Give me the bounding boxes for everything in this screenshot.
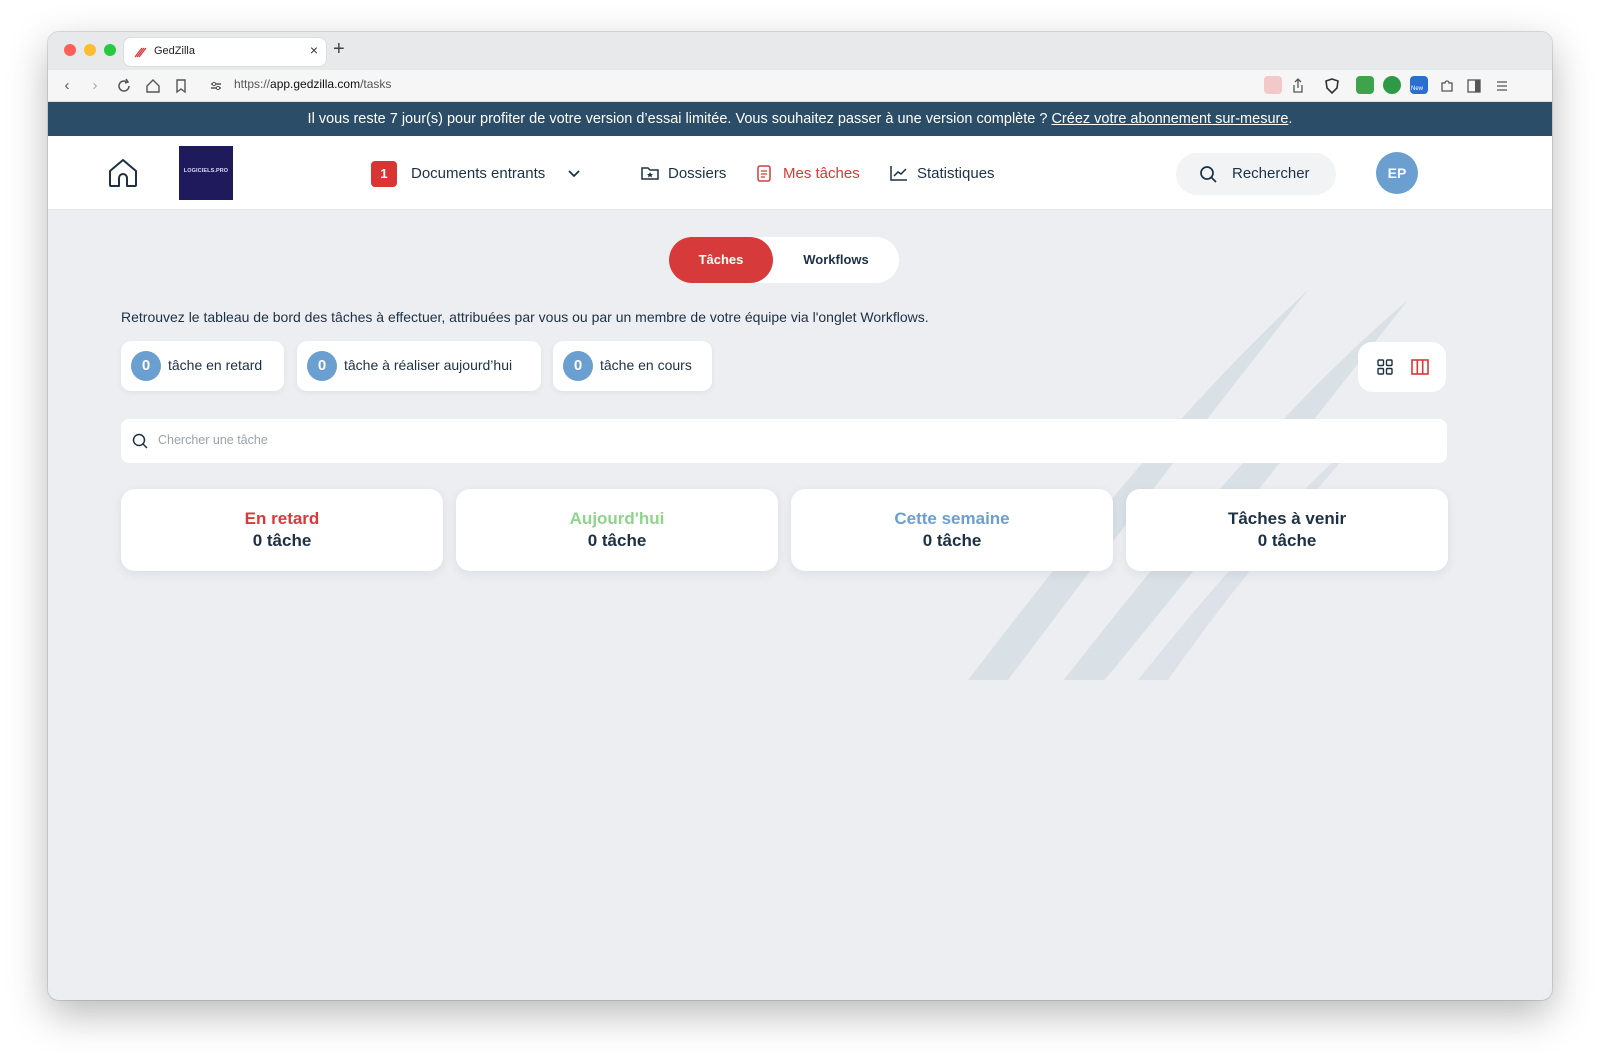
url-path: /tasks (360, 77, 392, 91)
today-label: tâche à réaliser aujourd’hui (344, 357, 513, 373)
chart-icon (890, 166, 907, 181)
extension-k-icon[interactable] (1383, 76, 1401, 94)
site-settings-icon[interactable] (206, 76, 226, 96)
home-icon[interactable] (143, 76, 163, 96)
browser-toolbar: ‹ › https://app.gedzilla.com/tasks New (48, 70, 1552, 102)
url-scheme: https:// (234, 77, 271, 91)
column-cette-semaine[interactable]: Cette semaine 0 tâche (791, 489, 1113, 571)
task-search-placeholder: Chercher une tâche (158, 433, 268, 447)
nav-statistiques[interactable]: Statistiques (917, 165, 995, 182)
page-intro: Retrouvez le tableau de bord des tâches … (121, 309, 929, 325)
late-count: 0 (131, 351, 161, 381)
search-icon (132, 433, 148, 449)
in-progress-tasks-chip[interactable]: 0 tâche en cours (553, 341, 712, 391)
in-progress-count: 0 (563, 351, 593, 381)
nav-documents-entrants[interactable]: Documents entrants (411, 165, 545, 182)
back-icon[interactable]: ‹ (57, 76, 77, 96)
grid-view-icon[interactable] (1376, 358, 1394, 376)
app-navbar: LOGICIELS.PRO 1 Documents entrants Dossi… (48, 136, 1552, 210)
tab-workflows[interactable]: Workflows (773, 237, 899, 283)
folder-icon (641, 167, 659, 180)
trial-banner: Il vous reste 7 jour(s) pour profiter de… (48, 102, 1552, 136)
column-count: 0 tâche (922, 531, 982, 550)
column-taches-a-venir[interactable]: Tâches à venir 0 tâche (1126, 489, 1448, 571)
column-title: Cette semaine (894, 509, 1010, 528)
search-label: Rechercher (1232, 165, 1310, 182)
view-switch: Tâches Workflows (669, 237, 899, 283)
subscription-link[interactable]: Créez votre abonnement sur-mesure (1051, 111, 1288, 127)
column-aujourdhui[interactable]: Aujourd'hui 0 tâche (456, 489, 778, 571)
extension-green-icon[interactable] (1356, 76, 1374, 94)
claw-watermark-icon (968, 290, 1408, 680)
kanban-view-icon[interactable] (1410, 357, 1430, 377)
company-logo[interactable]: LOGICIELS.PRO (179, 146, 233, 200)
column-en-retard[interactable]: En retard 0 tâche (121, 489, 443, 571)
close-tab-icon[interactable]: × (310, 42, 318, 58)
search-icon (1200, 166, 1217, 183)
in-progress-label: tâche en cours (600, 357, 692, 373)
late-label: tâche en retard (168, 357, 263, 373)
tasks-page: Tâches Workflows Retrouvez le tableau de… (48, 210, 1552, 1000)
tab-strip: GedZilla × + (48, 32, 1552, 70)
home-icon[interactable] (106, 156, 140, 190)
sidebar-toggle-icon[interactable] (1464, 76, 1484, 96)
menu-icon[interactable] (1492, 76, 1512, 96)
permissions-icon[interactable] (1264, 76, 1282, 94)
layout-toggle (1358, 342, 1446, 392)
close-window-button[interactable] (64, 44, 76, 56)
column-title: Aujourd'hui (569, 509, 665, 528)
zoom-window-button[interactable] (104, 44, 116, 56)
tab-taches[interactable]: Tâches (669, 237, 773, 283)
share-icon[interactable] (1288, 76, 1308, 96)
reload-icon[interactable] (114, 76, 134, 96)
column-title: En retard (244, 509, 320, 528)
forward-icon[interactable]: › (85, 76, 105, 96)
incoming-count-badge: 1 (371, 161, 397, 187)
chevron-down-icon[interactable] (564, 163, 584, 183)
nav-dossiers[interactable]: Dossiers (668, 165, 726, 182)
nav-mes-taches[interactable]: Mes tâches (783, 165, 860, 182)
minimize-window-button[interactable] (84, 44, 96, 56)
new-tab-icon[interactable]: + (333, 38, 345, 61)
tab-title: GedZilla (154, 45, 195, 57)
clipboard-icon (757, 165, 771, 182)
logo-text: LOGICIELS.PRO (183, 168, 229, 174)
today-count: 0 (307, 351, 337, 381)
brave-shield-icon[interactable] (1322, 76, 1342, 96)
new-badge: New (1411, 86, 1424, 92)
url-host: app.gedzilla.com (270, 77, 361, 91)
address-bar[interactable]: https://app.gedzilla.com/tasks (234, 77, 391, 91)
extension-new-icon[interactable]: New (1410, 76, 1428, 94)
column-count: 0 tâche (587, 531, 647, 550)
global-search-button[interactable]: Rechercher (1176, 153, 1336, 195)
column-count: 0 tâche (1257, 531, 1317, 550)
extensions-puzzle-icon[interactable] (1437, 76, 1457, 96)
column-count: 0 tâche (252, 531, 312, 550)
banner-period: . (1288, 111, 1293, 127)
bookmark-icon[interactable] (171, 76, 191, 96)
today-tasks-chip[interactable]: 0 tâche à réaliser aujourd’hui (297, 341, 541, 391)
column-title: Tâches à venir (1227, 509, 1347, 528)
late-tasks-chip[interactable]: 0 tâche en retard (121, 341, 284, 391)
trial-banner-text: Il vous reste 7 jour(s) pour profiter de… (307, 111, 1052, 127)
gedzilla-favicon-icon (134, 47, 147, 58)
task-search-input[interactable]: Chercher une tâche (121, 419, 1447, 463)
browser-window: GedZilla × + ‹ › https://app.gedzilla.co… (48, 32, 1552, 1000)
user-avatar[interactable]: EP (1376, 152, 1418, 194)
browser-tab[interactable]: GedZilla × (124, 38, 326, 66)
